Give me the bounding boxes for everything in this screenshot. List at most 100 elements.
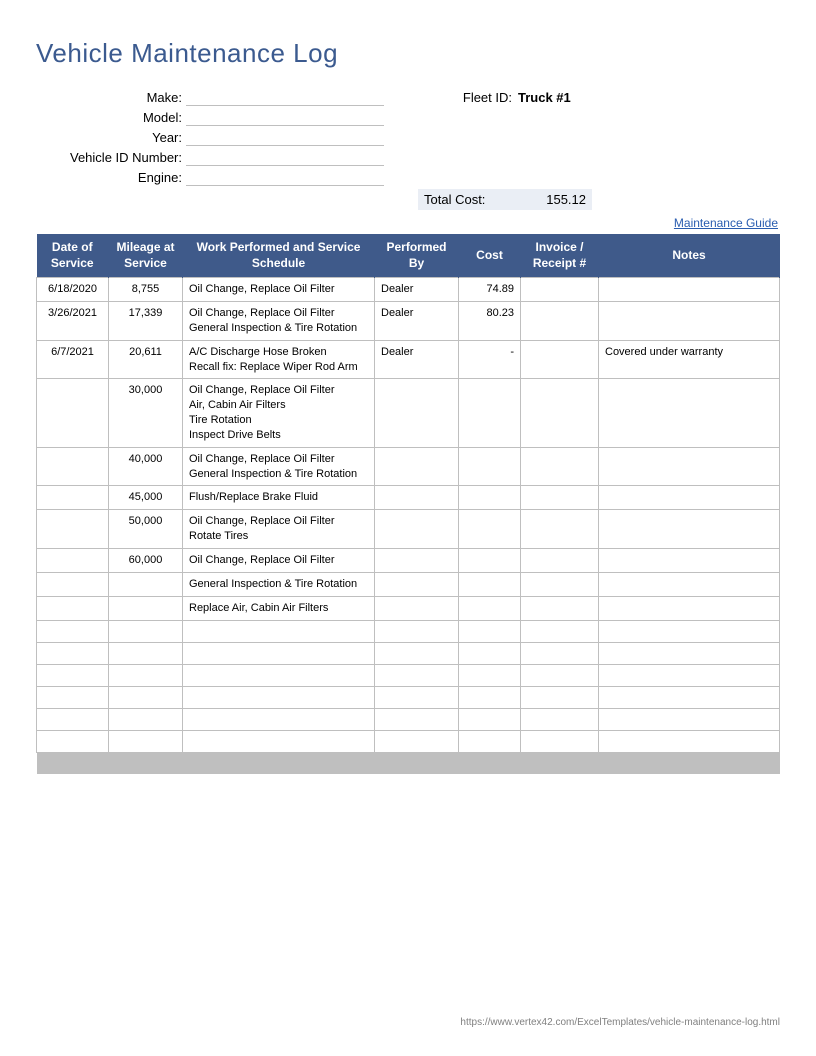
cell-cost[interactable]: 80.23	[459, 302, 521, 341]
cell-invoice[interactable]	[521, 549, 599, 573]
cell-work[interactable]	[183, 730, 375, 752]
year-input[interactable]	[186, 128, 384, 146]
cell-performed[interactable]	[375, 486, 459, 510]
cell-mileage[interactable]: 30,000	[109, 379, 183, 447]
cell-performed[interactable]: Dealer	[375, 278, 459, 302]
cell-notes[interactable]	[599, 302, 780, 341]
cell-date[interactable]: 3/26/2021	[37, 302, 109, 341]
cell-notes[interactable]	[599, 572, 780, 596]
cell-notes[interactable]	[599, 510, 780, 549]
cell-invoice[interactable]	[521, 664, 599, 686]
cell-cost[interactable]	[459, 708, 521, 730]
cell-performed[interactable]	[375, 572, 459, 596]
cell-notes[interactable]	[599, 486, 780, 510]
cell-cost[interactable]	[459, 642, 521, 664]
cell-cost[interactable]	[459, 686, 521, 708]
cell-date[interactable]	[37, 642, 109, 664]
cell-invoice[interactable]	[521, 340, 599, 379]
cell-work[interactable]	[183, 686, 375, 708]
cell-notes[interactable]	[599, 447, 780, 486]
cell-performed[interactable]	[375, 447, 459, 486]
cell-cost[interactable]	[459, 664, 521, 686]
cell-mileage[interactable]	[109, 708, 183, 730]
cell-performed[interactable]	[375, 686, 459, 708]
cell-notes[interactable]	[599, 278, 780, 302]
cell-date[interactable]	[37, 510, 109, 549]
cell-work[interactable]: Oil Change, Replace Oil Filter	[183, 549, 375, 573]
cell-date[interactable]	[37, 708, 109, 730]
cell-date[interactable]	[37, 379, 109, 447]
cell-performed[interactable]	[375, 620, 459, 642]
cell-work[interactable]	[183, 620, 375, 642]
model-input[interactable]	[186, 108, 384, 126]
cell-invoice[interactable]	[521, 379, 599, 447]
cell-notes[interactable]	[599, 642, 780, 664]
cell-mileage[interactable]	[109, 730, 183, 752]
cell-notes[interactable]: Covered under warranty	[599, 340, 780, 379]
cell-work[interactable]: Oil Change, Replace Oil Filter Air, Cabi…	[183, 379, 375, 447]
cell-cost[interactable]	[459, 730, 521, 752]
cell-work[interactable]: Flush/Replace Brake Fluid	[183, 486, 375, 510]
cell-performed[interactable]	[375, 510, 459, 549]
cell-mileage[interactable]	[109, 664, 183, 686]
cell-date[interactable]	[37, 730, 109, 752]
cell-notes[interactable]	[599, 708, 780, 730]
cell-work[interactable]: Oil Change, Replace Oil Filter Rotate Ti…	[183, 510, 375, 549]
cell-date[interactable]	[37, 596, 109, 620]
vin-input[interactable]	[186, 148, 384, 166]
cell-invoice[interactable]	[521, 642, 599, 664]
cell-work[interactable]	[183, 642, 375, 664]
cell-cost[interactable]	[459, 510, 521, 549]
cell-notes[interactable]	[599, 730, 780, 752]
make-input[interactable]	[186, 88, 384, 106]
cell-invoice[interactable]	[521, 486, 599, 510]
cell-performed[interactable]	[375, 549, 459, 573]
cell-mileage[interactable]	[109, 572, 183, 596]
cell-invoice[interactable]	[521, 278, 599, 302]
maintenance-guide-link[interactable]: Maintenance Guide	[674, 216, 778, 230]
cell-performed[interactable]	[375, 379, 459, 447]
cell-cost[interactable]: 74.89	[459, 278, 521, 302]
cell-performed[interactable]: Dealer	[375, 302, 459, 341]
cell-cost[interactable]	[459, 596, 521, 620]
cell-mileage[interactable]: 60,000	[109, 549, 183, 573]
cell-cost[interactable]	[459, 447, 521, 486]
cell-invoice[interactable]	[521, 510, 599, 549]
engine-input[interactable]	[186, 168, 384, 186]
cell-date[interactable]	[37, 664, 109, 686]
cell-work[interactable]: Oil Change, Replace Oil Filter General I…	[183, 447, 375, 486]
cell-performed[interactable]	[375, 642, 459, 664]
cell-mileage[interactable]: 17,339	[109, 302, 183, 341]
cell-invoice[interactable]	[521, 596, 599, 620]
cell-date[interactable]	[37, 447, 109, 486]
cell-work[interactable]: Replace Air, Cabin Air Filters	[183, 596, 375, 620]
cell-notes[interactable]	[599, 620, 780, 642]
cell-invoice[interactable]	[521, 620, 599, 642]
cell-work[interactable]: General Inspection & Tire Rotation	[183, 572, 375, 596]
cell-mileage[interactable]	[109, 596, 183, 620]
cell-mileage[interactable]: 20,611	[109, 340, 183, 379]
cell-cost[interactable]	[459, 379, 521, 447]
cell-cost[interactable]	[459, 549, 521, 573]
cell-work[interactable]: Oil Change, Replace Oil Filter General I…	[183, 302, 375, 341]
cell-work[interactable]	[183, 708, 375, 730]
cell-invoice[interactable]	[521, 686, 599, 708]
cell-performed[interactable]	[375, 730, 459, 752]
cell-mileage[interactable]	[109, 642, 183, 664]
cell-cost[interactable]	[459, 572, 521, 596]
cell-invoice[interactable]	[521, 572, 599, 596]
cell-notes[interactable]	[599, 549, 780, 573]
cell-date[interactable]	[37, 486, 109, 510]
cell-mileage[interactable]: 8,755	[109, 278, 183, 302]
cell-date[interactable]: 6/7/2021	[37, 340, 109, 379]
cell-performed[interactable]	[375, 708, 459, 730]
cell-date[interactable]	[37, 620, 109, 642]
cell-cost[interactable]: -	[459, 340, 521, 379]
cell-date[interactable]	[37, 572, 109, 596]
cell-work[interactable]	[183, 664, 375, 686]
cell-mileage[interactable]: 45,000	[109, 486, 183, 510]
cell-invoice[interactable]	[521, 447, 599, 486]
cell-date[interactable]: 6/18/2020	[37, 278, 109, 302]
cell-notes[interactable]	[599, 379, 780, 447]
cell-work[interactable]: Oil Change, Replace Oil Filter	[183, 278, 375, 302]
